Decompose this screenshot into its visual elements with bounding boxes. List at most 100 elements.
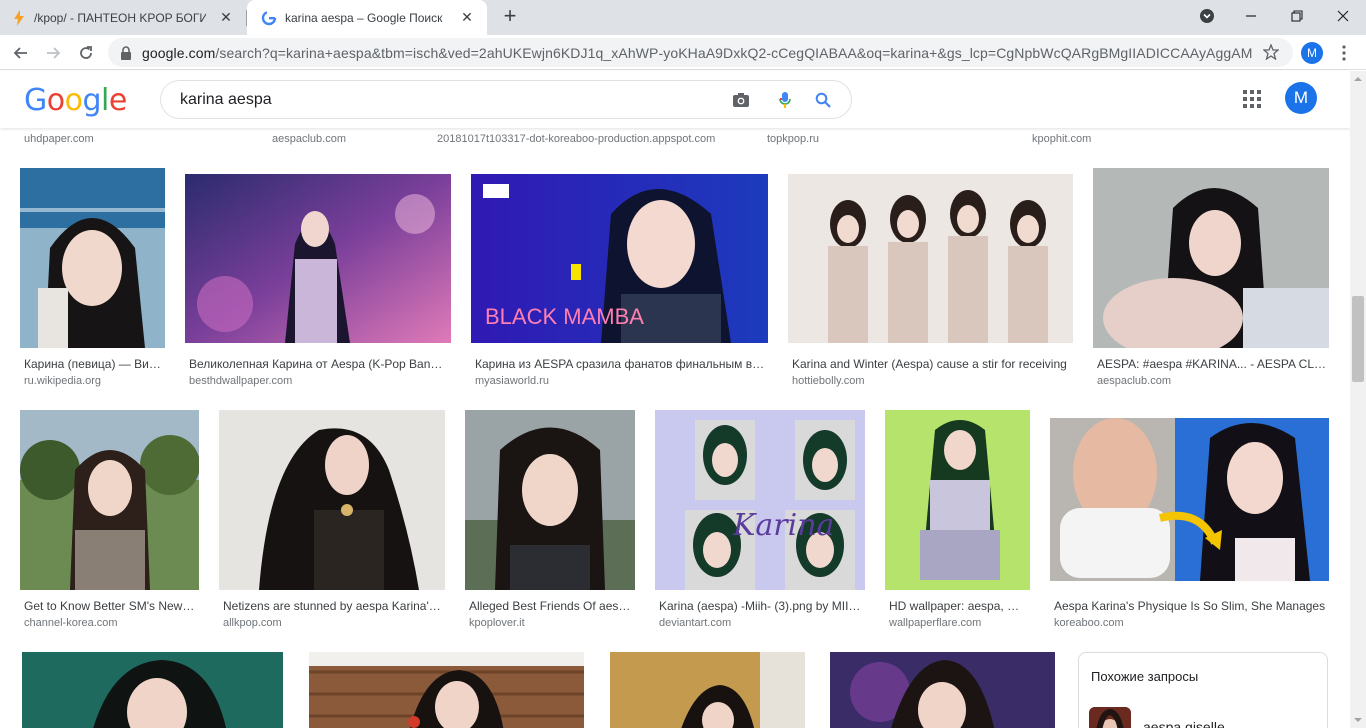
new-tab-button[interactable]: + <box>499 5 521 28</box>
voice-search-button[interactable] <box>775 90 795 110</box>
scrollbar-thumb[interactable] <box>1352 296 1364 382</box>
result-caption[interactable]: Карина (певица) — Википедия <box>24 357 162 371</box>
photo-thumbnail <box>185 174 451 343</box>
tab-kpop[interactable]: /kpop/ - ПАНТЕОН KPOP БОГИН ✕ <box>0 0 246 35</box>
photo-thumbnail <box>465 410 635 590</box>
photo-thumbnail <box>610 652 805 728</box>
result-caption[interactable]: Karina and Winter (Aespa) cause a stir f… <box>792 357 1070 371</box>
browser-menu-icon[interactable] <box>1342 45 1346 61</box>
minimize-button[interactable] <box>1228 0 1274 32</box>
close-icon <box>1337 10 1349 22</box>
result-source[interactable]: topkpop.ru <box>767 133 819 145</box>
close-tab-icon[interactable]: ✕ <box>459 9 475 25</box>
related-thumbnail[interactable] <box>1089 707 1131 728</box>
result-site[interactable]: channel-korea.com <box>24 617 118 629</box>
result-caption[interactable]: AESPA: #aespa #KARINA... - AESPA CLUB <box>1097 357 1327 371</box>
photo-thumbnail: Karina <box>655 410 865 590</box>
result-image[interactable]: Karina <box>655 410 865 590</box>
address-bar[interactable]: google.com/search?q=karina+aespa&tbm=isc… <box>108 38 1293 67</box>
google-header: Google M <box>0 71 1350 128</box>
bookmark-star-icon[interactable] <box>1263 44 1279 60</box>
browser-profile-avatar[interactable]: M <box>1301 42 1323 64</box>
result-site[interactable]: koreaboo.com <box>1054 617 1124 629</box>
result-site[interactable]: wallpaperflare.com <box>889 617 981 629</box>
logo-letter: o <box>64 83 83 118</box>
result-source[interactable]: uhdpaper.com <box>24 133 94 145</box>
camera-icon <box>733 93 749 107</box>
forward-arrow-icon <box>47 47 61 59</box>
result-image[interactable] <box>1093 168 1329 348</box>
url-path: /search?q=karina+aespa&tbm=isch&ved=2ahU… <box>215 45 1252 61</box>
microphone-icon <box>779 92 791 108</box>
forward-button[interactable] <box>40 40 66 66</box>
back-button[interactable] <box>8 40 34 66</box>
close-tab-icon[interactable]: ✕ <box>218 9 234 25</box>
result-site[interactable]: deviantart.com <box>659 617 731 629</box>
logo-letter: l <box>101 83 109 118</box>
result-image[interactable] <box>185 174 451 343</box>
browser-window: /kpop/ - ПАНТЕОН KPOP БОГИН ✕ karina aes… <box>0 0 1366 728</box>
result-image[interactable] <box>885 410 1030 590</box>
result-image[interactable] <box>610 652 805 728</box>
tab-strip: /kpop/ - ПАНТЕОН KPOP БОГИН ✕ karina aes… <box>0 0 1366 35</box>
result-caption[interactable]: Великолепная Карина от Aespa (K-Pop Bann… <box>189 357 447 371</box>
result-caption[interactable]: Карина из AESPA сразила фанатов финальны… <box>475 357 765 371</box>
result-caption[interactable]: HD wallpaper: aespa, K-Pop <box>889 599 1027 613</box>
result-image[interactable] <box>20 410 199 590</box>
result-source[interactable]: kpophit.com <box>1032 133 1091 145</box>
image-results: uhdpaper.com aespaclub.com 20181017t1033… <box>0 128 1350 728</box>
result-source[interactable]: 20181017t103317-dot-koreaboo-production.… <box>437 133 715 145</box>
page-scrollbar[interactable] <box>1350 71 1366 728</box>
photo-thumbnail <box>830 652 1055 728</box>
result-image[interactable] <box>830 652 1055 728</box>
google-apps-button[interactable] <box>1243 90 1263 110</box>
photo-thumbnail <box>20 410 199 590</box>
result-caption[interactable]: Netizens are stunned by aespa Karina's v… <box>223 599 441 613</box>
google-account-avatar[interactable]: M <box>1285 82 1317 114</box>
google-logo[interactable]: Google <box>24 83 127 118</box>
reload-button[interactable] <box>73 40 99 66</box>
result-site[interactable]: myasiaworld.ru <box>475 375 549 387</box>
result-site[interactable]: allkpop.com <box>223 617 282 629</box>
logo-letter: e <box>108 83 127 118</box>
browser-toolbar: google.com/search?q=karina+aespa&tbm=isc… <box>0 35 1366 70</box>
overlay-text: Karina <box>732 508 834 543</box>
search-button[interactable] <box>813 90 833 110</box>
restore-button[interactable] <box>1274 0 1320 32</box>
result-site[interactable]: besthdwallpaper.com <box>189 375 292 387</box>
result-site[interactable]: hottiebolly.com <box>792 375 865 387</box>
result-site[interactable]: aespaclub.com <box>1097 375 1171 387</box>
result-image[interactable] <box>22 652 283 728</box>
result-image[interactable] <box>465 410 635 590</box>
result-source[interactable]: aespaclub.com <box>272 133 346 145</box>
close-window-button[interactable] <box>1320 0 1366 32</box>
related-search-link[interactable]: aespa giselle <box>1143 719 1225 728</box>
result-site[interactable]: kpoplover.it <box>469 617 525 629</box>
photo-thumbnail <box>1093 168 1329 348</box>
result-image[interactable] <box>20 168 165 348</box>
scroll-down-icon[interactable] <box>1354 716 1362 724</box>
result-caption[interactable]: Aespa Karina's Physique Is So Slim, She … <box>1054 599 1326 613</box>
tab-google-search[interactable]: karina aespa – Google Поиск ✕ <box>247 0 487 35</box>
result-caption[interactable]: Karina (aespa) -Miih- (3).png by MIIH-PN… <box>659 599 861 613</box>
result-image[interactable] <box>309 652 584 728</box>
search-input[interactable] <box>180 90 720 110</box>
reload-icon <box>80 46 92 59</box>
image-search-button[interactable] <box>731 90 751 110</box>
result-image[interactable] <box>788 174 1073 343</box>
result-image[interactable] <box>1050 418 1329 581</box>
result-image[interactable] <box>219 410 445 590</box>
photo-thumbnail <box>1050 418 1329 581</box>
result-caption[interactable]: Get to Know Better SM's New Girl Group <box>24 599 196 613</box>
result-caption[interactable]: Alleged Best Friends Of aespa Karina <box>469 599 631 613</box>
scroll-up-icon[interactable] <box>1354 75 1362 83</box>
tab-title: /kpop/ - ПАНТЕОН KPOP БОГИН <box>34 10 206 25</box>
url-text: google.com/search?q=karina+aespa&tbm=isc… <box>142 45 1252 61</box>
logo-letter: G <box>24 83 47 118</box>
result-site[interactable]: ru.wikipedia.org <box>24 375 101 387</box>
result-image[interactable]: BLACK MAMBA <box>471 174 768 343</box>
google-favicon-icon <box>261 10 277 25</box>
tab-search-button[interactable] <box>1184 0 1230 32</box>
logo-letter: o <box>46 83 65 118</box>
photo-thumbnail <box>309 652 584 728</box>
